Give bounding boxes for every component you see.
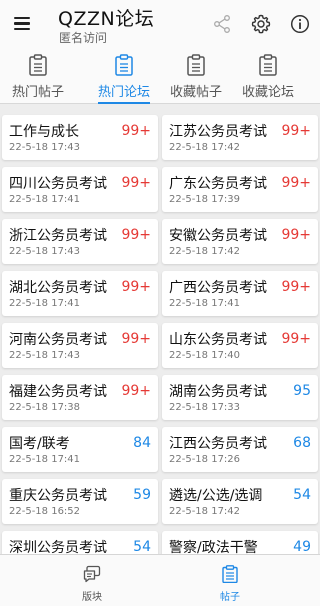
forum-time: 22-5-18 17:40 [169,350,241,361]
tab-label: 热门论坛 [97,85,150,100]
forum-card[interactable]: 湖北公务员考试 22-5-18 17:41 99+ [2,271,158,316]
forum-card[interactable]: 工作与成长 22-5-18 17:43 99+ [2,115,158,160]
post-count: 99+ [121,331,151,347]
post-count: 99+ [121,383,151,399]
clipboard-icon [259,54,277,76]
forum-name: 江苏公务员考试 [169,124,267,140]
post-count: 99+ [121,227,151,243]
app-subtitle: 匿名访问 [59,31,108,45]
forum-time: 22-5-18 17:42 [169,246,241,257]
forum-name: 河南公务员考试 [9,332,107,348]
clipboard-icon [187,54,205,76]
forum-name: 警察/政法干警 [169,540,258,554]
forum-card[interactable]: 河南公务员考试 22-5-18 17:43 99+ [2,323,158,368]
forum-name: 遴选/公选/选调 [169,488,263,504]
forum-time: 22-5-18 17:42 [169,506,241,517]
forum-name: 安徽公务员考试 [169,228,267,244]
forum-name: 广西公务员考试 [169,280,267,296]
tab-label: 收藏帖子 [169,85,222,100]
forum-time: 22-5-18 17:38 [9,402,81,413]
forum-name: 湖北公务员考试 [9,280,107,296]
post-count: 99+ [281,123,311,139]
forum-card[interactable]: 广东公务员考试 22-5-18 17:39 99+ [162,167,318,212]
forum-card[interactable]: 广西公务员考试 22-5-18 17:41 99+ [162,271,318,316]
forum-name: 湖南公务员考试 [169,384,267,400]
post-count: 99+ [121,279,151,295]
post-count: 59 [133,487,151,503]
chat-icon [83,565,101,583]
forum-card[interactable]: 四川公务员考试 22-5-18 17:41 99+ [2,167,158,212]
tab-label: 热门帖子 [11,85,64,100]
nav-label: 版块 [82,592,102,603]
forum-card[interactable]: 警察/政法干警 49 [162,531,318,554]
forum-name: 山东公务员考试 [169,332,267,348]
forum-time: 22-5-18 17:33 [169,402,241,413]
forum-card[interactable]: 湖南公务员考试 22-5-18 17:33 95 [162,375,318,420]
forum-time: 22-5-18 17:39 [169,194,241,205]
forum-card[interactable]: 国考/联考 22-5-18 17:41 84 [2,427,158,472]
clipboard-icon [222,565,238,583]
forum-name: 江西公务员考试 [169,436,267,452]
forum-name: 深圳公务员考试 [9,540,107,554]
forum-time: 22-5-18 16:52 [9,506,81,517]
forum-card[interactable]: 浙江公务员考试 22-5-18 17:43 99+ [2,219,158,264]
nav-label: 帖子 [220,592,240,603]
post-count: 84 [133,435,151,451]
forum-time: 22-5-18 17:41 [9,194,81,205]
forum-time: 22-5-18 17:43 [9,350,81,361]
forum-time: 22-5-18 17:43 [9,246,81,257]
post-count: 68 [293,435,311,451]
forum-time: 22-5-18 17:26 [169,454,241,465]
tab-label: 收藏论坛 [241,85,294,100]
forum-time: 22-5-18 17:41 [9,298,81,309]
clipboard-icon [29,54,47,76]
forum-name: 福建公务员考试 [9,384,107,400]
forum-card[interactable]: 遴选/公选/选调 22-5-18 17:42 54 [162,479,318,524]
post-count: 54 [293,487,311,503]
forum-name: 工作与成长 [9,124,79,140]
forum-time: 22-5-18 17:42 [169,142,241,153]
post-count: 99+ [121,123,151,139]
forum-name: 重庆公务员考试 [9,488,107,504]
forum-card[interactable]: 江西公务员考试 22-5-18 17:26 68 [162,427,318,472]
post-count: 54 [133,539,151,554]
post-count: 95 [293,383,311,399]
app-title: QZZN论坛 [58,8,155,30]
info-icon[interactable] [290,14,310,34]
forum-name: 浙江公务员考试 [9,228,107,244]
post-count: 99+ [121,175,151,191]
forum-name: 广东公务员考试 [169,176,267,192]
tab-hot-forums[interactable]: 热门论坛 [88,48,160,104]
forum-card[interactable]: 深圳公务员考试 54 [2,531,158,554]
forum-time: 22-5-18 17:41 [169,298,241,309]
forum-name: 四川公务员考试 [9,176,107,192]
clipboard-icon [115,54,133,76]
app-header: QZZN论坛 匿名访问 [0,0,320,48]
gear-icon[interactable] [251,14,271,34]
share-icon[interactable] [212,14,232,34]
nav-boards[interactable]: 版块 [62,555,122,606]
forum-name: 国考/联考 [9,436,70,452]
post-count: 99+ [281,175,311,191]
tab-fav-posts[interactable]: 收藏帖子 [160,48,232,104]
tab-bar: 热门帖子 热门论坛 收藏帖子 收藏论坛 [0,48,320,104]
post-count: 99+ [281,331,311,347]
post-count: 99+ [281,279,311,295]
forum-card[interactable]: 山东公务员考试 22-5-18 17:40 99+ [162,323,318,368]
forum-card[interactable]: 江苏公务员考试 22-5-18 17:42 99+ [162,115,318,160]
forum-card[interactable]: 重庆公务员考试 22-5-18 16:52 59 [2,479,158,524]
post-count: 99+ [281,227,311,243]
forum-card[interactable]: 福建公务员考试 22-5-18 17:38 99+ [2,375,158,420]
post-count: 49 [293,539,311,554]
bottom-nav: 版块 帖子 [0,554,320,606]
tab-fav-forums[interactable]: 收藏论坛 [232,48,304,104]
menu-icon[interactable] [14,17,30,31]
forum-card[interactable]: 安徽公务员考试 22-5-18 17:42 99+ [162,219,318,264]
tab-hot-posts[interactable]: 热门帖子 [2,48,74,104]
forum-grid: 工作与成长 22-5-18 17:43 99+ 江苏公务员考试 22-5-18 … [0,104,320,554]
nav-posts[interactable]: 帖子 [200,555,260,606]
forum-time: 22-5-18 17:43 [9,142,81,153]
forum-time: 22-5-18 17:41 [9,454,81,465]
